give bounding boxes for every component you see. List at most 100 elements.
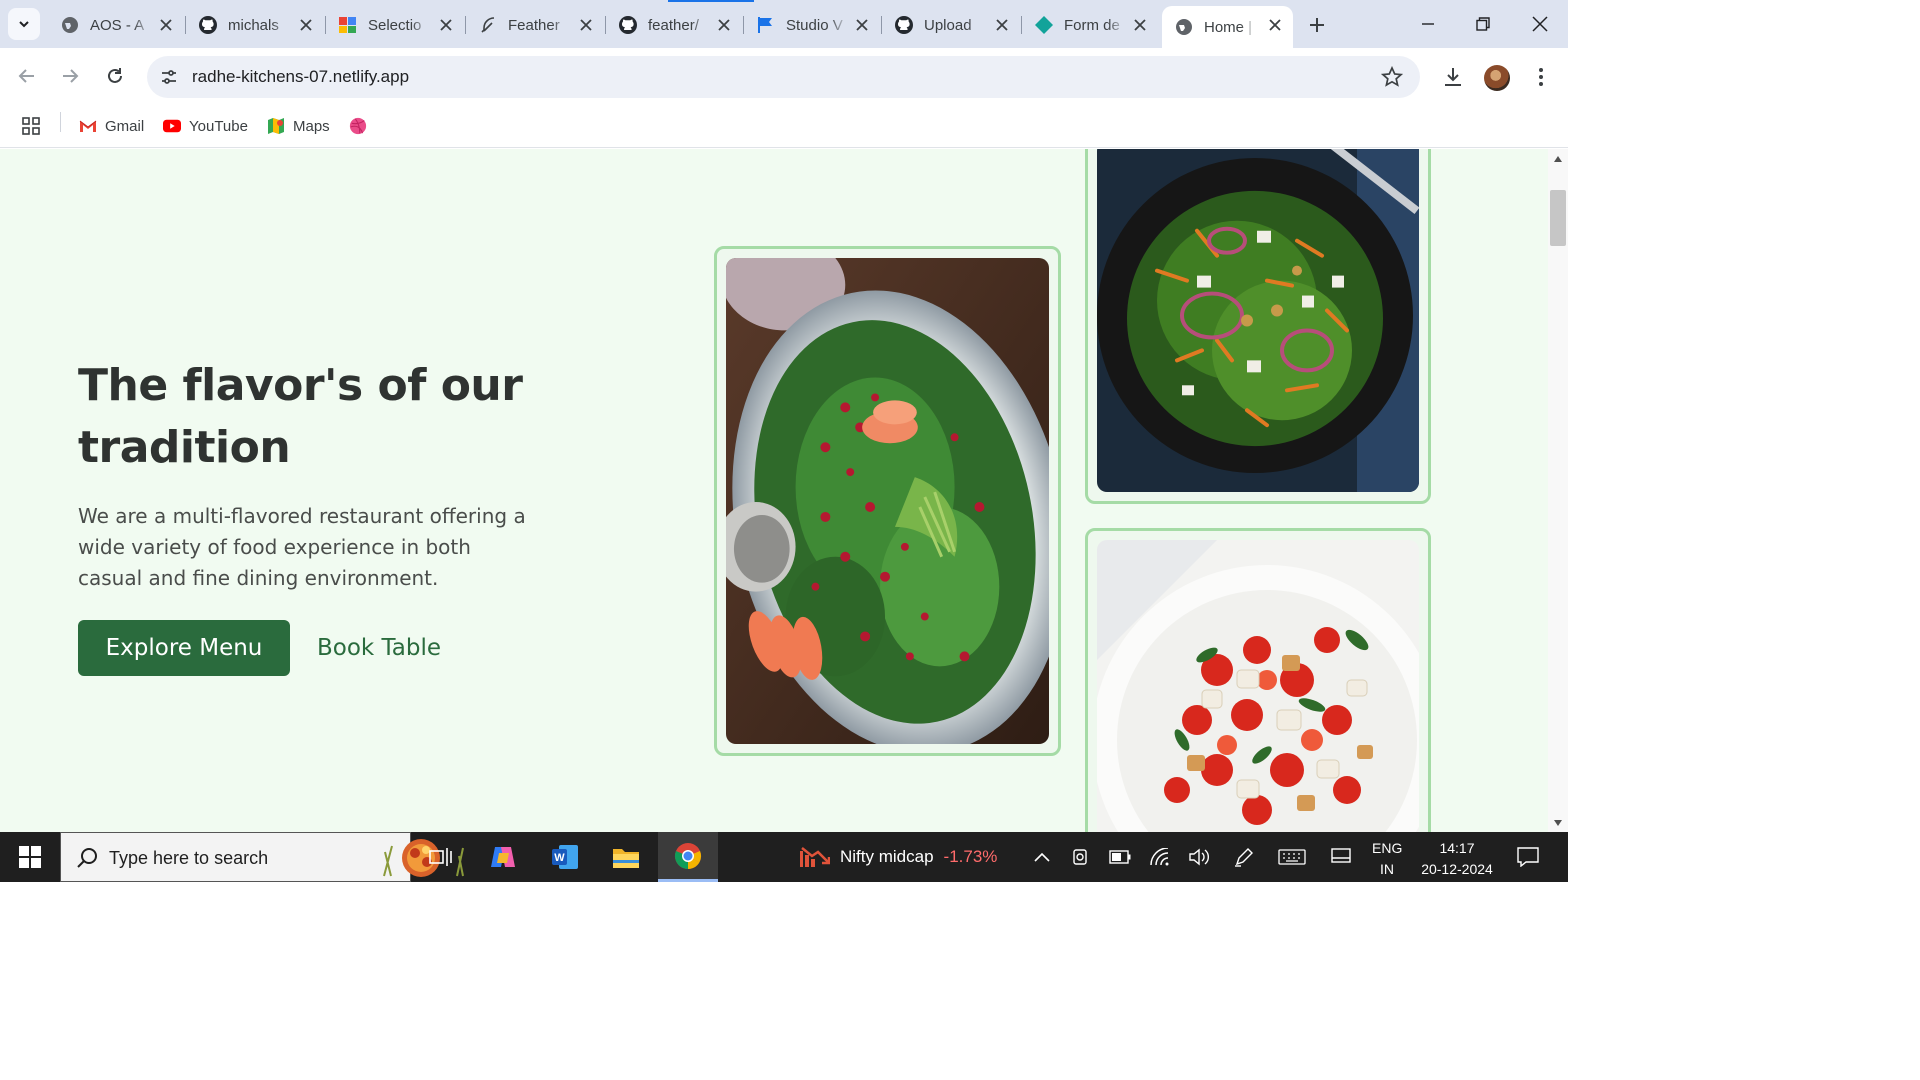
bookmark-youtube[interactable]: YouTube (163, 113, 248, 139)
bookmark-gmail[interactable]: Gmail (79, 113, 144, 139)
selection-icon (339, 17, 356, 33)
browser-toolbar: radhe-kitchens-07.netlify.app (0, 48, 1568, 104)
bookmark-label: Gmail (105, 117, 145, 135)
book-table-button[interactable]: Book Table (317, 630, 441, 666)
language-code: ENG (1372, 840, 1403, 856)
bookmark-dribbble[interactable] (349, 113, 375, 139)
file-explorer-app[interactable] (612, 843, 640, 871)
tune-icon (162, 70, 176, 84)
hero-title: The flavor's of our tradition (78, 360, 523, 473)
start-button[interactable] (16, 843, 44, 871)
task-view-button[interactable] (427, 843, 455, 871)
browser-menu-button[interactable] (1528, 64, 1554, 90)
search-placeholder: Type here to search (109, 848, 269, 868)
food-image-tomato-salad (1097, 540, 1419, 832)
globe-icon (62, 17, 78, 33)
scrollbar-thumb[interactable] (1550, 190, 1566, 246)
close-icon[interactable] (1267, 17, 1283, 33)
tab-loading-indicator (668, 0, 754, 2)
taskbar-search-box[interactable]: Type here to search (60, 832, 464, 882)
tab-feather[interactable]: Feather (466, 6, 604, 44)
reload-icon (108, 68, 122, 83)
tab-label: Form de (1064, 16, 1120, 34)
stock-widget[interactable]: Nifty midcap -1.73% (800, 845, 997, 869)
back-button[interactable] (15, 64, 39, 88)
notifications-button[interactable] (1516, 847, 1540, 867)
close-icon[interactable] (158, 17, 174, 33)
tab-studio[interactable]: Studio V (744, 6, 880, 44)
bookmark-maps[interactable]: Maps (267, 113, 330, 139)
forward-button[interactable] (58, 64, 82, 88)
battery-tray-icon[interactable] (1109, 847, 1131, 867)
close-icon[interactable] (438, 17, 454, 33)
youtube-icon (163, 117, 181, 135)
profile-avatar[interactable] (1484, 65, 1510, 91)
tab-selection[interactable]: Selectio (326, 6, 464, 44)
tab-form[interactable]: Form de (1022, 6, 1158, 44)
close-icon[interactable] (578, 17, 594, 33)
arrow-left-icon (18, 69, 34, 83)
site-info-button[interactable] (157, 65, 181, 89)
minimize-icon (1422, 23, 1434, 25)
close-window-button[interactable] (1528, 12, 1552, 36)
wifi-icon (1150, 848, 1169, 866)
close-icon[interactable] (716, 17, 732, 33)
bookmark-star-icon[interactable] (1380, 65, 1404, 88)
touch-keyboard-tray-icon[interactable] (1278, 847, 1306, 867)
dribbble-icon (349, 117, 367, 135)
taskbar-clock[interactable]: 14:17 20-12-2024 (1415, 838, 1499, 880)
pen-tray-icon[interactable] (1233, 847, 1255, 867)
feather-icon (481, 17, 495, 33)
word-app[interactable]: W (551, 843, 579, 871)
display-tray-icon[interactable] (1330, 847, 1352, 867)
show-hidden-icons-button[interactable] (1031, 847, 1053, 867)
tab-search-button[interactable] (8, 8, 40, 40)
apps-button[interactable] (22, 113, 40, 139)
restore-button[interactable] (1471, 12, 1495, 36)
close-icon[interactable] (1132, 17, 1148, 33)
minimize-button[interactable] (1416, 12, 1440, 36)
volume-tray-icon[interactable] (1188, 847, 1210, 867)
camera-icon (1073, 849, 1087, 865)
task-view-icon (429, 848, 452, 866)
windows-logo-icon (19, 846, 41, 868)
windows-taskbar: Type here to search W Nifty midcap -1.73 (0, 832, 1568, 882)
reload-button[interactable] (103, 64, 127, 88)
search-icon (77, 848, 97, 868)
language-indicator[interactable]: ENG IN (1372, 838, 1402, 880)
search-highlight-illustration (383, 839, 464, 877)
new-tab-button[interactable] (1305, 13, 1329, 37)
folder-icon (613, 849, 639, 868)
tab-aos[interactable]: AOS - A (48, 6, 184, 44)
address-bar[interactable]: radhe-kitchens-07.netlify.app (147, 56, 1420, 98)
close-icon[interactable] (854, 17, 870, 33)
chrome-app-active[interactable] (658, 832, 718, 882)
close-icon[interactable] (298, 17, 314, 33)
arrow-right-icon (63, 69, 79, 83)
tab-home[interactable]: Home | (1162, 6, 1293, 48)
bookmarks-separator (60, 112, 61, 132)
close-icon (1532, 16, 1548, 32)
hero-description: We are a multi-flavored restaurant offer… (78, 504, 526, 590)
copilot-app[interactable] (489, 843, 517, 871)
tab-upload[interactable]: Upload (882, 6, 1020, 44)
wifi-tray-icon[interactable] (1149, 847, 1171, 867)
close-icon[interactable] (994, 17, 1010, 33)
meet-now-tray-icon[interactable] (1070, 847, 1092, 867)
url-text[interactable]: radhe-kitchens-07.netlify.app (192, 67, 409, 87)
battery-icon (1109, 850, 1131, 864)
downloads-button[interactable] (1440, 64, 1466, 90)
tab-michals[interactable]: michals (186, 6, 324, 44)
tab-feather-github[interactable]: feather/ (606, 6, 742, 44)
stock-down-icon (800, 847, 830, 867)
scroll-up-arrow-icon[interactable] (1552, 154, 1564, 164)
word-icon: W (552, 845, 578, 869)
tab-label: AOS - A (90, 16, 145, 34)
page-scrollbar[interactable] (1548, 149, 1568, 832)
explore-menu-button[interactable]: Explore Menu (78, 620, 290, 676)
maps-icon (267, 117, 285, 135)
tab-label: feather/ (648, 16, 699, 34)
tab-label: Selectio (368, 16, 422, 34)
github-icon (619, 16, 637, 34)
scroll-down-arrow-icon[interactable] (1552, 818, 1564, 828)
